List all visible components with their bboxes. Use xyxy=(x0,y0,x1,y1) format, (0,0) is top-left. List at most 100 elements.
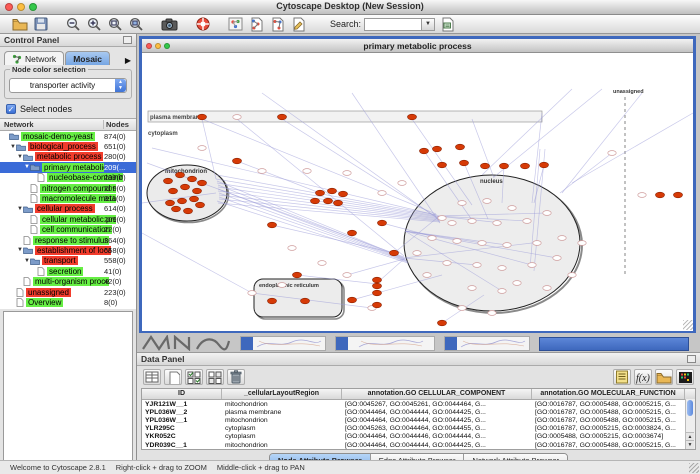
search-input[interactable] xyxy=(364,18,422,31)
zoom-fit-button[interactable] xyxy=(106,16,125,33)
selected-gene-node xyxy=(169,188,178,194)
selected-gene-node xyxy=(674,192,683,198)
float-panel-icon[interactable] xyxy=(123,36,132,44)
table-cell: cytoplasm xyxy=(222,433,342,440)
node-color-selection-group: Node color selection transporter activit… xyxy=(4,69,132,99)
attribute-editor-button[interactable] xyxy=(143,369,161,385)
new-attribute-button[interactable] xyxy=(164,369,182,385)
dropdown-stepper-icon[interactable]: ▲▼ xyxy=(115,79,126,92)
search-dropdown-button[interactable]: ▼ xyxy=(422,18,435,31)
tree-row-transport[interactable]: ▼transport558(0) xyxy=(0,256,136,266)
delete-attribute-button[interactable] xyxy=(227,369,245,385)
table-row[interactable]: YLR295Ccytoplasm[GO:0045263, GO:0044464,… xyxy=(142,425,695,433)
column-header-0[interactable]: ID xyxy=(142,389,222,399)
zoom-out-button[interactable] xyxy=(64,16,83,33)
column-header-2[interactable]: annotation.GO CELLULAR_COMPONENT xyxy=(342,389,532,399)
tree-row-biologicalprocess[interactable]: ▼biological_process651(0) xyxy=(0,141,136,151)
network-view-titlebar[interactable]: primary metabolic process xyxy=(142,39,693,53)
birds-eye-view[interactable] xyxy=(3,311,133,471)
tree-row-cellular[interactable]: ▼cellular process614(0) xyxy=(0,204,136,214)
float-data-panel-icon[interactable] xyxy=(687,355,696,363)
tree-row-response[interactable]: response to stimulus264(0) xyxy=(0,235,136,245)
attribute-list-icon xyxy=(615,370,629,384)
tree-row-nucleobase-containing[interactable]: nucleobase-containing compound209(0) xyxy=(0,173,136,183)
table-row[interactable]: YDR039C__1mitochondrion[GO:0044464, GO:0… xyxy=(142,441,695,449)
annotation-button[interactable] xyxy=(289,16,308,33)
table-cell: [GO:0016787, GO:0005488, GO:0005215, G..… xyxy=(532,401,685,408)
network-resize-grip[interactable] xyxy=(683,320,693,330)
tree-row-count: 41(0) xyxy=(104,267,135,276)
gene-node xyxy=(448,221,456,226)
tree-row-nitrogen[interactable]: nitrogen compound metabolic209(0) xyxy=(0,183,136,193)
status-zoom-hint: Right-click + drag to ZOOM xyxy=(116,463,207,472)
table-vertical-scrollbar[interactable]: ▲ ▼ xyxy=(685,399,695,449)
table-cell: YLR295C xyxy=(142,425,222,432)
gene-node xyxy=(428,236,436,241)
minimized-window-thumbnail[interactable] xyxy=(444,336,530,351)
selected-gene-node xyxy=(188,176,197,182)
snapshot-icon xyxy=(161,18,178,31)
tree-row-label: unassigned xyxy=(26,288,71,297)
tab-network[interactable]: Network xyxy=(4,51,64,65)
tree-row-macromolecule[interactable]: macromolecule metabolic311(0) xyxy=(0,193,136,203)
zoom-selected-button[interactable] xyxy=(127,16,146,33)
import-attributes-button[interactable] xyxy=(655,369,673,385)
tree-row-establishment[interactable]: ▼establishment of localization558(0) xyxy=(0,245,136,255)
overview-window-button[interactable] xyxy=(226,16,245,33)
table-row[interactable]: YKR052Ccytoplasm[GO:0044464, GO:0044446,… xyxy=(142,433,695,441)
select-nodes-checkbox[interactable]: ✓ xyxy=(6,104,16,114)
network-view-window[interactable]: primary metabolic process plasma membran… xyxy=(139,36,696,333)
unselect-attributes-button[interactable] xyxy=(206,369,224,385)
apply-vizmap-button[interactable] xyxy=(268,16,287,33)
apply-layout-button[interactable] xyxy=(247,16,266,33)
help-button[interactable] xyxy=(193,16,212,33)
selected-gene-node xyxy=(540,162,549,168)
tree-row-secretion[interactable]: secretion41(0) xyxy=(0,266,136,276)
minimized-window-thumbnail[interactable] xyxy=(335,336,435,351)
column-header-1[interactable]: _cellularLayoutRegion xyxy=(222,389,342,399)
function-builder-button[interactable]: f(x) xyxy=(634,369,652,385)
selected-gene-node xyxy=(324,198,333,204)
selected-gene-node xyxy=(301,298,310,304)
selected-gene-node xyxy=(339,191,348,197)
table-cell: [GO:0045263, GO:0044464, GO:0044455, G..… xyxy=(342,425,532,432)
table-row[interactable]: YJR121W__1mitochondrion[GO:0045267, GO:0… xyxy=(142,400,695,408)
minimized-window-thumbnail[interactable] xyxy=(240,336,326,351)
network-graph[interactable]: plasma membranecytoplasmnucleusmitochond… xyxy=(142,53,693,331)
tree-row-overview[interactable]: Overview8(0) xyxy=(0,297,136,307)
data-panel: Data Panel f(x) ID_cellularLayoutRegiona… xyxy=(137,352,700,460)
selected-gene-node xyxy=(408,114,417,120)
table-row[interactable]: YPL036W__2plasma membrane[GO:0044464, GO… xyxy=(142,408,695,416)
tree-row-unassigned[interactable]: unassigned223(0) xyxy=(0,287,136,297)
minimized-window-titlebar[interactable] xyxy=(539,337,689,351)
scrollbar-thumb[interactable] xyxy=(687,400,693,416)
more-tabs-button[interactable]: ▶ xyxy=(122,56,134,65)
gene-node xyxy=(468,219,476,224)
network-canvas[interactable]: plasma membranecytoplasmnucleusmitochond… xyxy=(142,53,693,331)
color-mapper-button[interactable] xyxy=(676,369,694,385)
window-resize-grip[interactable] xyxy=(689,463,699,473)
tree-row-primary[interactable]: ▼primary metabolic process209(... xyxy=(0,162,136,172)
search-config-button[interactable] xyxy=(438,16,457,33)
selected-gene-node xyxy=(293,272,302,278)
tree-row-mosaic-demo-yeast[interactable]: mosaic-demo-yeast874(0) xyxy=(0,131,136,141)
tree-row-cellular[interactable]: cellular metabolic process209(0) xyxy=(0,214,136,224)
gene-node xyxy=(473,263,481,268)
save-button[interactable] xyxy=(31,16,50,33)
gene-node xyxy=(543,211,551,216)
attribute-list-button[interactable] xyxy=(613,369,631,385)
scroll-down-arrow[interactable]: ▼ xyxy=(686,440,694,449)
tab-mosaic[interactable]: Mosaic xyxy=(65,51,110,65)
snapshot-button[interactable] xyxy=(160,16,179,33)
tree-row-multi-organism[interactable]: multi-organism process42(0) xyxy=(0,276,136,286)
open-file-button[interactable] xyxy=(10,16,29,33)
table-row[interactable]: YPL036W__1mitochondrion[GO:0044464, GO:0… xyxy=(142,416,695,424)
tree-row-metabolic[interactable]: ▼metabolic process280(0) xyxy=(0,152,136,162)
apply-layout-icon xyxy=(249,17,264,32)
select-attributes-button[interactable] xyxy=(185,369,203,385)
column-header-3[interactable]: annotation.GO MOLECULAR_FUNCTION xyxy=(532,389,685,399)
table-cell: YKR052C xyxy=(142,433,222,440)
tree-row-cell[interactable]: cell communication22(0) xyxy=(0,225,136,235)
zoom-in-button[interactable] xyxy=(85,16,104,33)
node-color-dropdown[interactable]: transporter activity ▲▼ xyxy=(9,78,127,93)
